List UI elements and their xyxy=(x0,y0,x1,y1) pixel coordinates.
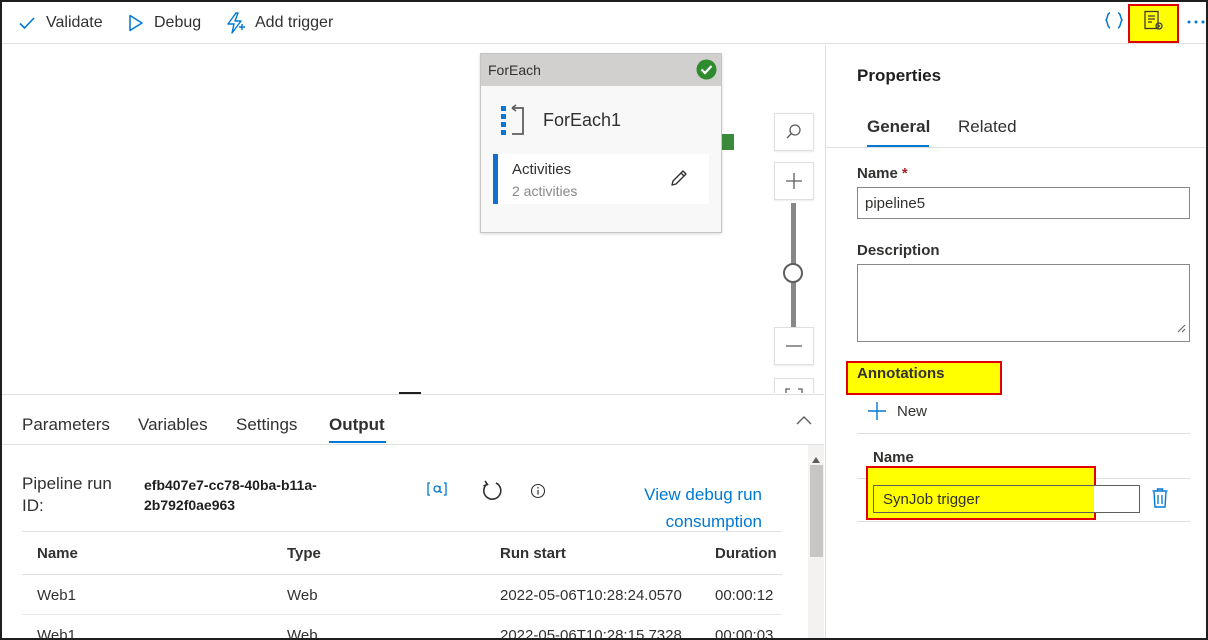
name-label: Name * xyxy=(857,165,908,182)
chevron-up-icon[interactable] xyxy=(795,413,813,432)
tab-separator xyxy=(2,444,824,445)
debug-button[interactable]: Debug xyxy=(128,10,201,36)
column-type[interactable]: Type xyxy=(287,545,321,562)
tab-settings[interactable]: Settings xyxy=(236,415,297,435)
pipeline-name-input[interactable] xyxy=(857,187,1190,219)
cell-duration: 00:00:03 xyxy=(715,627,774,640)
activities-count: 2 activities xyxy=(512,183,578,199)
resize-grip-icon[interactable] xyxy=(1177,320,1186,338)
search-icon xyxy=(786,124,801,139)
annotations-divider xyxy=(857,433,1190,434)
toolbar: Validate Debug Add trigger xyxy=(2,2,1206,44)
bottom-panel: Parameters Variables Settings Output Pip… xyxy=(2,394,824,640)
search-canvas-button[interactable] xyxy=(774,113,814,151)
info-icon[interactable] xyxy=(530,483,546,504)
edit-pencil-icon[interactable] xyxy=(669,168,689,193)
cell-run-start: 2022-05-06T10:28:24.0570 xyxy=(500,587,682,604)
node-type-label: ForEach xyxy=(488,62,541,78)
tab-variables[interactable]: Variables xyxy=(138,415,208,435)
description-textarea[interactable] xyxy=(857,264,1190,342)
annotation-input-remainder xyxy=(1094,485,1140,513)
tab-general[interactable]: General xyxy=(867,117,930,137)
zoom-slider-thumb[interactable] xyxy=(783,263,803,283)
cell-duration: 00:00:12 xyxy=(715,587,774,604)
node-header: ForEach xyxy=(481,54,721,86)
play-icon xyxy=(129,14,143,32)
properties-settings-icon[interactable] xyxy=(1143,10,1165,37)
validate-label: Validate xyxy=(46,14,103,31)
active-tab-underline xyxy=(329,441,386,443)
column-run-start[interactable]: Run start xyxy=(500,545,566,562)
column-name[interactable]: Name xyxy=(37,545,78,562)
node-body: ForEach1 Activities 2 activities xyxy=(481,86,721,232)
fit-to-screen-button[interactable] xyxy=(774,378,814,393)
foreach-activity-node[interactable]: ForEach ForEach1 Activities 2 activities xyxy=(480,53,722,233)
debug-label: Debug xyxy=(154,14,202,31)
validate-button[interactable]: Validate xyxy=(18,10,103,36)
tab-output[interactable]: Output xyxy=(329,415,385,435)
description-label: Description xyxy=(857,242,940,259)
copy-run-id-icon[interactable] xyxy=(426,481,448,502)
fit-screen-icon xyxy=(785,388,803,393)
tab-parameters[interactable]: Parameters xyxy=(22,415,110,435)
code-braces-icon[interactable] xyxy=(1103,11,1125,36)
success-output-connector[interactable] xyxy=(722,134,734,150)
column-duration[interactable]: Duration xyxy=(715,545,777,562)
required-mark: * xyxy=(901,165,908,182)
cell-run-start: 2022-05-06T10:28:15.7328 xyxy=(500,627,682,640)
new-annotation-button[interactable]: New xyxy=(867,401,927,421)
tab-separator xyxy=(826,147,1206,148)
plus-icon xyxy=(868,402,886,420)
output-table-header: Name Type Run start Duration xyxy=(22,531,782,575)
cell-type: Web xyxy=(287,627,318,640)
success-check-icon xyxy=(696,59,717,83)
activities-label: Activities xyxy=(512,161,572,178)
app-frame: Validate Debug Add trigger ForEach ForEa… xyxy=(0,0,1208,640)
plus-icon xyxy=(786,173,802,189)
annotations-label: Annotations xyxy=(857,365,945,382)
pipeline-canvas[interactable]: ForEach ForEach1 Activities 2 activities xyxy=(2,45,824,393)
checkmark-icon xyxy=(19,17,35,30)
new-label: New xyxy=(897,402,928,420)
lightning-bolt-icon xyxy=(227,12,245,34)
add-trigger-button[interactable]: Add trigger xyxy=(225,10,333,36)
foreach-icon xyxy=(499,104,527,143)
pipeline-run-id-label: Pipeline run ID: xyxy=(22,474,112,515)
zoom-out-button[interactable] xyxy=(774,327,814,365)
annotation-row-divider xyxy=(857,521,1190,522)
scrollbar-thumb[interactable] xyxy=(810,465,823,557)
properties-title: Properties xyxy=(857,66,942,85)
minus-icon xyxy=(786,345,802,347)
zoom-in-button[interactable] xyxy=(774,162,814,200)
node-title: ForEach1 xyxy=(543,110,622,130)
annotation-name-column: Name xyxy=(873,449,914,466)
properties-panel: Properties General Related Name* Descrip… xyxy=(825,45,1206,638)
cell-name: Web1 xyxy=(37,587,76,604)
view-debug-run-consumption-link[interactable]: View debug run consumption xyxy=(622,481,762,535)
trash-icon[interactable] xyxy=(1151,487,1169,514)
table-row[interactable]: Web1 Web 2022-05-06T10:28:24.0570 00:00:… xyxy=(22,575,782,615)
more-ellipsis-icon[interactable] xyxy=(1186,10,1206,35)
name-label-text: Name xyxy=(857,165,898,182)
activities-box[interactable]: Activities 2 activities xyxy=(493,154,709,204)
refresh-icon[interactable] xyxy=(481,479,503,508)
table-row[interactable]: Web1 Web 2022-05-06T10:28:15.7328 00:00:… xyxy=(22,615,782,640)
add-trigger-label: Add trigger xyxy=(255,14,334,31)
cell-type: Web xyxy=(287,587,318,604)
tab-related[interactable]: Related xyxy=(958,117,1017,137)
pipeline-run-id-value: efb407e7-cc78-40ba-b11a-2b792f0ae963 xyxy=(144,477,317,513)
cell-name: Web1 xyxy=(37,627,76,640)
